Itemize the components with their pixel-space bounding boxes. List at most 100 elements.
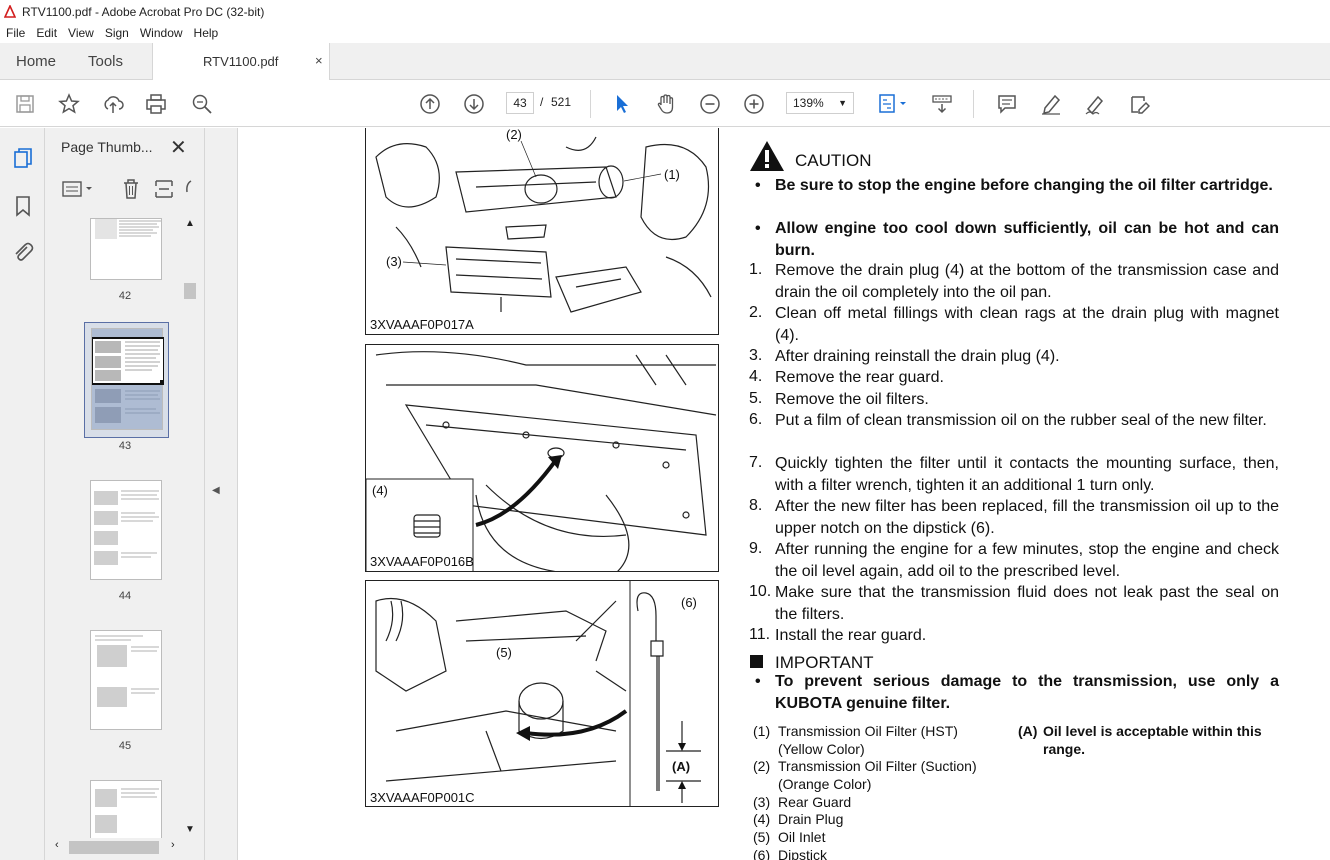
scroll-mode-icon[interactable] [930,92,954,116]
toolbar: 43 / 521 139% ▼ [0,80,1330,127]
legend-text: Dipstick [778,847,828,860]
menu-file[interactable]: File [0,26,30,40]
comment-icon[interactable] [995,92,1019,116]
select-cursor-icon[interactable] [610,92,634,116]
rotate-page-icon[interactable] [183,178,205,200]
options-menu-icon[interactable] [61,178,95,200]
chevron-down-icon: ▼ [838,98,847,108]
menu-help[interactable]: Help [188,26,224,40]
next-page-icon[interactable] [462,92,486,116]
step-text: Remove the oil filters. [775,391,929,408]
thumbnail-label: 42 [118,290,132,302]
step-text: After running the engine for a few minut… [775,541,1279,580]
caution-block: CAUTION [749,140,1284,172]
star-icon[interactable] [57,92,81,116]
figure-illustration [366,351,717,571]
thumbnail-image [94,490,159,565]
callout-2: (2) [506,128,522,142]
save-icon[interactable] [13,92,37,116]
scroll-left-icon[interactable]: ‹ [55,839,59,851]
close-tab-icon[interactable]: × [315,53,323,68]
important-square-icon [750,655,763,668]
step-text: Put a film of clean transmission oil on … [775,412,1267,429]
highlight-pen-icon[interactable] [1039,92,1063,116]
document-view[interactable]: (2) (1) (3) 3XVAAAF0P017A (4) 3XVAAAF0P0… [239,128,1330,860]
step-number: 1. [749,261,763,278]
collapse-panel-icon[interactable]: ◀ [212,485,220,496]
tab-document[interactable]: RTV1100.pdf × [152,43,330,80]
menu-window[interactable]: Window [134,26,188,40]
thumbnail-horizontal-scrollbar[interactable]: ‹ › [53,839,183,855]
page-fit-icon[interactable] [876,92,910,116]
page-number-input[interactable]: 43 [506,92,534,114]
thumbnail-image [95,788,159,833]
scroll-right-icon[interactable]: › [171,839,175,851]
edit-pdf-icon[interactable] [1127,92,1151,116]
figure-code: 3XVAAAF0P001C [370,790,475,805]
legend-text: Transmission Oil Filter (Suction) (Orang… [778,758,977,792]
scrollbar-thumb[interactable] [184,283,196,299]
page-separator: / [540,95,544,109]
hand-tool-icon[interactable] [654,92,678,116]
figure-code: 3XVAAAF0P016B [370,554,474,569]
callout-3: (3) [386,254,402,269]
callout-a: (A) [672,759,691,774]
thumbnail-page-45[interactable] [90,630,162,730]
warning-triangle-icon [750,141,784,171]
step-text: Remove the drain plug (4) at the bottom … [775,262,1279,301]
document-tab-label: RTV1100.pdf [203,54,279,69]
thumbnail-label: 43 [118,440,132,452]
step-number: 5. [749,390,763,407]
legend-text-a: Oil level is acceptable within this rang… [1043,723,1262,757]
find-zoom-icon[interactable] [190,92,214,116]
menu-edit[interactable]: Edit [30,26,62,40]
thumbnail-page-43[interactable] [91,328,165,430]
menu-sign[interactable]: Sign [99,26,134,40]
bookmark-icon[interactable] [11,194,35,218]
tab-home[interactable]: Home [16,53,56,70]
thumbnails-panel: Page Thumb... ✕ 42 43 44 45 ▲ ▼ ‹ › [45,128,205,860]
delete-page-icon[interactable] [120,178,142,200]
share-upload-icon[interactable] [101,92,125,116]
bullet: • [755,177,761,194]
step-text: Make sure that the transmission fluid do… [775,584,1279,623]
zoom-level-dropdown[interactable]: 139% ▼ [786,92,854,114]
print-icon[interactable] [144,92,168,116]
step-text: Install the rear guard. [775,627,927,644]
page-thumbnails-icon[interactable] [11,147,35,171]
page-total: 521 [551,95,572,109]
scrollbar-thumb[interactable] [69,841,159,854]
step-number: 10. [749,583,772,600]
step-text: Clean off metal fillings with clean rags… [775,305,1279,344]
step-number: 3. [749,347,763,364]
legend-text: Oil Inlet [778,829,826,845]
close-panel-icon[interactable]: ✕ [170,135,187,160]
menu-view[interactable]: View [62,26,99,40]
zoom-in-icon[interactable] [742,92,766,116]
callout-4: (4) [372,483,388,498]
figure-code: 3XVAAAF0P017A [370,317,474,332]
attachment-icon[interactable] [11,240,35,264]
tab-tools[interactable]: Tools [88,53,123,70]
thumbnail-page-44[interactable] [90,480,162,580]
thumbnail-image [95,219,161,239]
step-number: 9. [749,540,763,557]
thumbnail-vertical-scrollbar[interactable]: ▲ ▼ [183,218,197,838]
previous-page-icon[interactable] [418,92,442,116]
scroll-down-icon[interactable]: ▼ [185,824,195,835]
zoom-out-icon[interactable] [698,92,722,116]
thumbnail-toolbar [45,172,205,206]
figure-rear-guard: (2) (1) (3) 3XVAAAF0P017A [365,128,719,335]
thumbnail-image [91,337,165,423]
scroll-up-icon[interactable]: ▲ [185,218,195,229]
insert-pages-icon[interactable] [153,178,175,200]
callout-1: (1) [664,167,680,182]
thumbnail-page-46[interactable] [90,780,162,838]
legend-key: (4) [753,811,771,827]
legend-key: (5) [753,829,771,845]
thumbnail-page-42[interactable] [90,218,162,280]
draw-sign-icon[interactable] [1083,92,1107,116]
legend-text: Transmission Oil Filter (HST) (Yellow Co… [778,723,958,757]
figure-dipstick: (6) (5) (A) 3XVAAAF0P001C [365,580,719,807]
legend-text: Drain Plug [778,811,844,827]
